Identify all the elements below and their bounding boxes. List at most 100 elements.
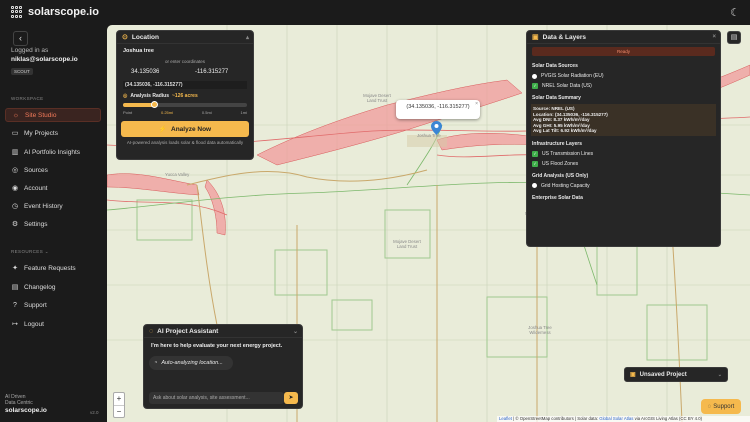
sidebar-item-changelog[interactable]: ▤ Changelog bbox=[5, 280, 101, 294]
option-label: Grid Hosting Capacity bbox=[541, 182, 590, 189]
close-icon[interactable]: × bbox=[475, 97, 478, 112]
analyze-now-label: Analyze Now bbox=[171, 125, 212, 133]
history-icon: ◷ bbox=[11, 203, 19, 210]
collapse-icon[interactable]: ▴ bbox=[246, 34, 249, 41]
sidebar-item-account[interactable]: ◉ Account bbox=[5, 181, 101, 195]
analysis-note: AI-powered analysis loads solar & flood … bbox=[126, 140, 244, 145]
coordinate-pair: (34.135036, -116.315277) bbox=[123, 81, 247, 89]
sidebar-item-ai-portfolio[interactable]: ▥ AI Portfolio Insights bbox=[5, 145, 101, 159]
sidebar-item-label: Sources bbox=[24, 166, 48, 174]
logged-in-label: Logged in as bbox=[11, 47, 49, 54]
option-transmission[interactable]: ✓ US Transmission Lines bbox=[527, 149, 720, 159]
panel-title: Location bbox=[131, 33, 159, 41]
ai-assistant-panel: ◌ AI Project Assistant ⌄ I'm here to hel… bbox=[143, 324, 303, 409]
chart-icon: ▥ bbox=[11, 149, 19, 156]
analyze-now-button[interactable]: ⚡ Analyze Now bbox=[121, 121, 249, 137]
radius-label: Analysis Radius bbox=[130, 93, 170, 99]
layers-icon: ▣ bbox=[532, 34, 539, 41]
sparkle-icon: ✦ bbox=[12, 265, 18, 272]
chat-icon: ◌ bbox=[149, 327, 154, 335]
radio-icon bbox=[532, 73, 537, 79]
leaflet-link[interactable]: Leaflet bbox=[499, 416, 512, 421]
sidebar-item-my-projects[interactable]: ▭ My Projects bbox=[5, 126, 101, 140]
option-label: US Flood Zones bbox=[542, 160, 579, 167]
send-icon: ➤ bbox=[288, 395, 294, 401]
status-text: Auto-analyzing location... bbox=[161, 360, 223, 366]
ai-assistant-header: ◌ AI Project Assistant ⌄ bbox=[144, 325, 302, 338]
attribution-tail: via ArcGIS Living Atlas (CC BY 4.0) bbox=[633, 416, 703, 421]
option-hosting[interactable]: Grid Hosting Capacity bbox=[527, 181, 720, 191]
check-icon: ✓ bbox=[532, 150, 538, 157]
map-marker-icon[interactable] bbox=[431, 121, 442, 135]
radius-slider[interactable] bbox=[123, 101, 247, 108]
attribution-text: | © OpenStreetMap contributors | Solar d… bbox=[511, 416, 600, 421]
zoom-out-button[interactable]: − bbox=[114, 405, 124, 418]
app-logo[interactable]: solarscope.io bbox=[11, 6, 99, 18]
map-attribution: Leaflet | © OpenStreetMap contributors |… bbox=[497, 416, 750, 422]
map-label-mojave-1: Mojave Desert Land Trust bbox=[363, 93, 391, 103]
option-flood[interactable]: ✓ US Flood Zones bbox=[527, 159, 720, 169]
sidebar-item-label: Support bbox=[24, 301, 47, 309]
database-icon: ◎ bbox=[11, 167, 19, 174]
option-label: NREL Solar Data (US) bbox=[542, 83, 592, 89]
chevron-down-icon[interactable]: ⌄ bbox=[293, 328, 298, 335]
logout-icon: ↦ bbox=[12, 321, 18, 328]
panel-title: Data & Layers bbox=[542, 33, 586, 41]
option-label: PVGIS Solar Radiation (EU) bbox=[541, 73, 604, 79]
sidebar-item-support[interactable]: ? Support bbox=[5, 298, 101, 312]
sun-icon: ☼ bbox=[12, 111, 20, 119]
sidebar-item-site-studio[interactable]: ☼ Site Studio bbox=[5, 108, 101, 122]
solar-atlas-link[interactable]: Global Solar Atlas bbox=[599, 416, 633, 421]
footer-tagline-2: Data Centric bbox=[5, 400, 33, 406]
version-label: v2.0 bbox=[90, 410, 99, 415]
location-pin-icon: ⊙ bbox=[122, 34, 128, 41]
summary-heading: Solar Data Summary bbox=[532, 95, 581, 101]
collapse-sidebar-button[interactable]: ‹ bbox=[13, 31, 28, 46]
solar-sources-heading: Solar Data Sources bbox=[532, 63, 578, 69]
dark-mode-icon[interactable]: ☾ bbox=[730, 6, 740, 19]
tick-point: Point bbox=[123, 110, 133, 115]
latitude-input[interactable]: 34.135036 bbox=[123, 66, 183, 77]
radius-slider-handle[interactable] bbox=[151, 101, 158, 108]
assistant-message: I'm here to help evaluate your next ener… bbox=[151, 343, 283, 349]
option-pvgis[interactable]: PVGIS Solar Radiation (EU) bbox=[527, 71, 720, 81]
support-button[interactable]: ◌ Support bbox=[701, 399, 741, 414]
send-button[interactable]: ➤ bbox=[284, 392, 298, 404]
sidebar-item-logout[interactable]: ↦ Logout bbox=[5, 317, 101, 331]
sidebar-item-sources[interactable]: ◎ Sources bbox=[5, 163, 101, 177]
option-nrel[interactable]: ✓ NREL Solar Data (US) bbox=[527, 81, 720, 91]
check-icon: ✓ bbox=[532, 83, 538, 89]
radius-value: ~126 acres bbox=[172, 93, 198, 99]
spinner-icon: ◔ bbox=[154, 360, 158, 366]
sidebar-item-settings[interactable]: ⚙ Settings bbox=[5, 217, 101, 231]
sidebar-item-label: My Projects bbox=[24, 129, 58, 137]
chevron-down-icon[interactable]: ⌄ bbox=[718, 372, 722, 378]
assistant-input[interactable]: Ask about solar analysis, site assessmen… bbox=[149, 392, 284, 404]
logo-grid-icon bbox=[11, 6, 23, 18]
grid-heading: Grid Analysis (US Only) bbox=[532, 172, 589, 179]
zoom-in-button[interactable]: + bbox=[114, 393, 124, 405]
longitude-input[interactable]: -116.315277 bbox=[187, 66, 247, 77]
sidebar-item-label: Account bbox=[24, 184, 48, 192]
radius-icon: ◎ bbox=[123, 93, 128, 99]
panel-toggle-button[interactable]: ▤ bbox=[727, 31, 741, 44]
support-label: Support bbox=[713, 403, 735, 410]
unsaved-project-bar[interactable]: ▣ Unsaved Project ⌄ bbox=[624, 367, 728, 382]
infra-heading: Infrastructure Layers bbox=[532, 140, 583, 147]
check-icon: ✓ bbox=[532, 160, 538, 167]
sidebar-item-feature-requests[interactable]: ✦ Feature Requests bbox=[5, 261, 101, 275]
assistant-status: ◔ Auto-analyzing location... bbox=[149, 356, 233, 370]
sidebar-item-event-history[interactable]: ◷ Event History bbox=[5, 199, 101, 213]
user-icon: ◉ bbox=[11, 185, 19, 192]
tick-mid: 0.5mi bbox=[201, 110, 212, 115]
close-icon[interactable]: × bbox=[712, 34, 716, 40]
tick-current: 0.25mi bbox=[161, 110, 174, 115]
location-panel-header: ⊙ Location ▴ bbox=[117, 31, 253, 44]
unsaved-title: Unsaved Project bbox=[639, 371, 687, 378]
radio-icon bbox=[532, 183, 537, 189]
help-icon: ? bbox=[13, 301, 17, 309]
top-bar: solarscope.io ☾ bbox=[0, 0, 750, 25]
place-input[interactable]: Joshua tree bbox=[117, 44, 253, 58]
popup-text: (34.135036, -116.315277) bbox=[406, 104, 470, 110]
resources-section-label[interactable]: RESOURCES ⌄ bbox=[11, 249, 49, 255]
